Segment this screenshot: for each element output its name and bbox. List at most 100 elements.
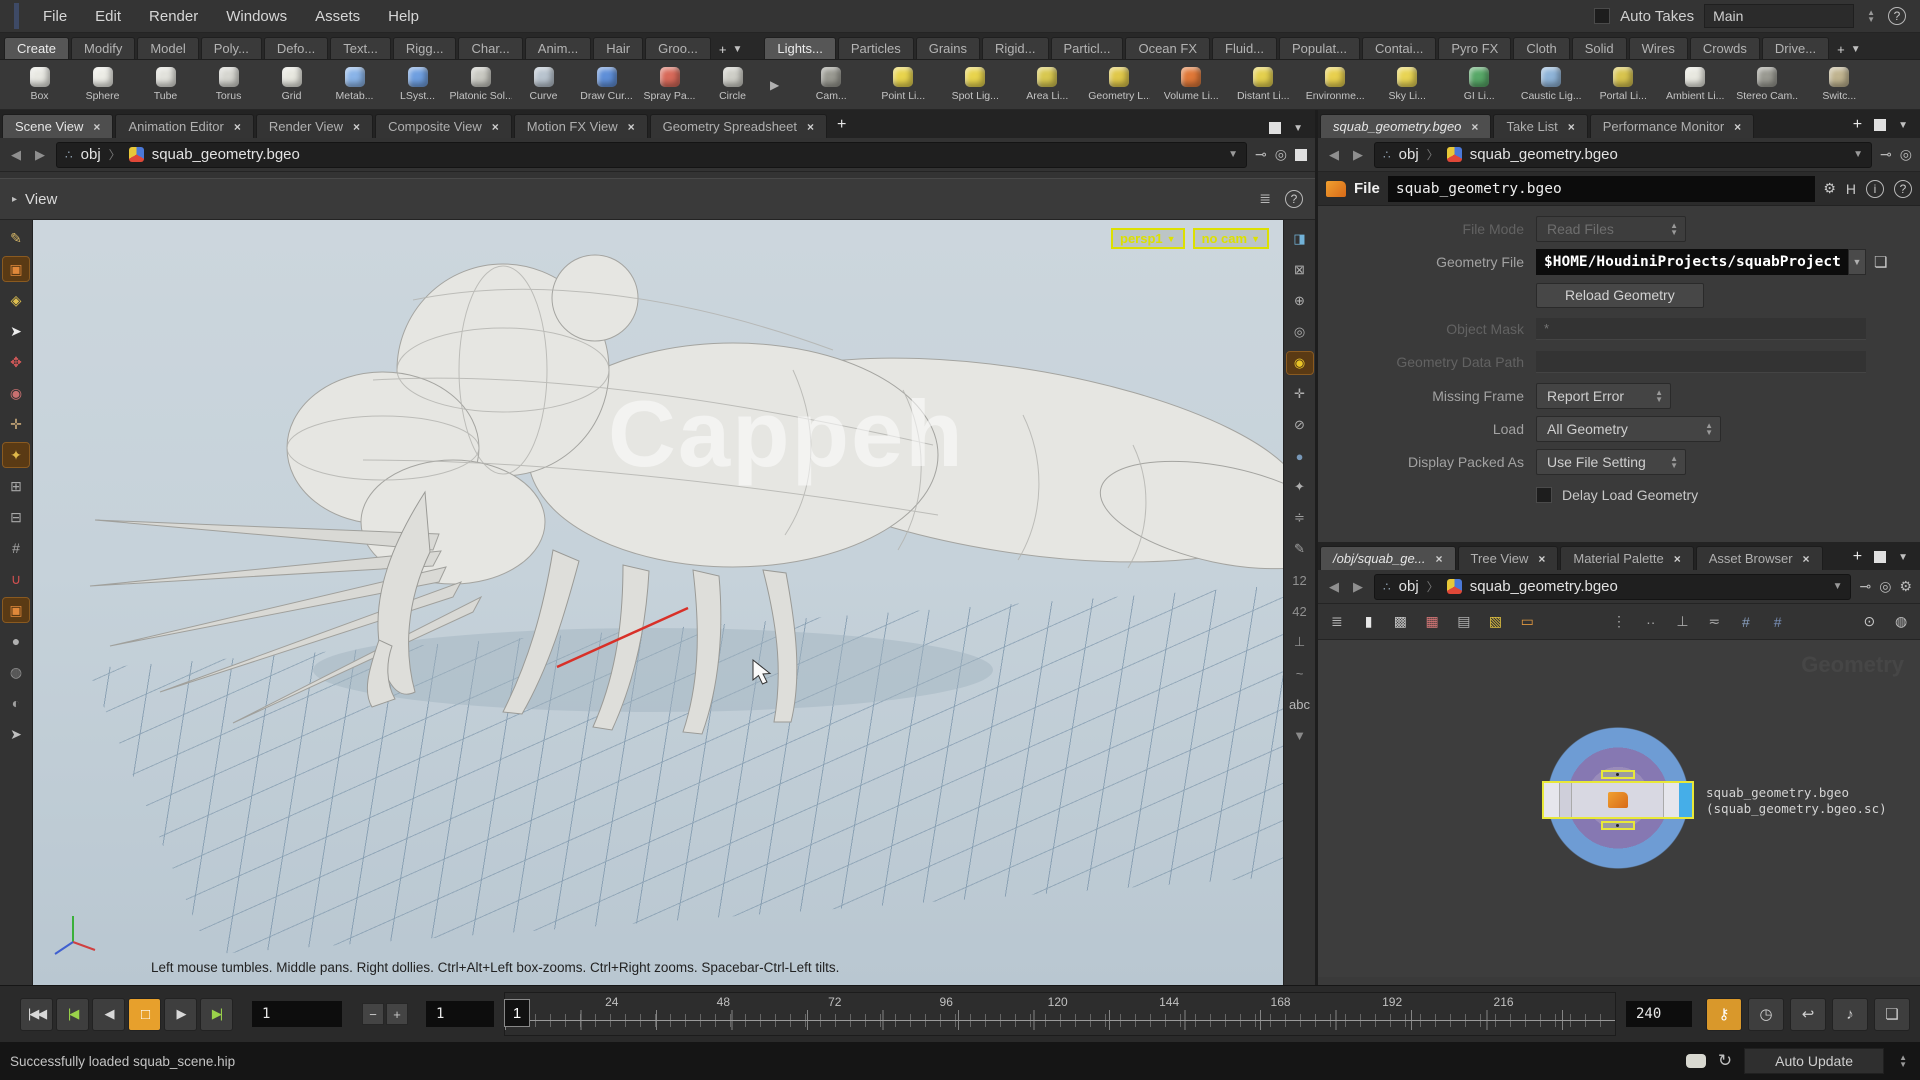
lock-camera-icon[interactable]: ⊠ bbox=[1287, 259, 1313, 281]
snap-tool-icon[interactable]: # bbox=[3, 536, 29, 560]
tool-metaball[interactable]: Metab... bbox=[323, 67, 386, 102]
node-flag-top[interactable] bbox=[1601, 770, 1635, 779]
collapse-icon[interactable]: ▸ bbox=[12, 194, 17, 205]
shelf-tab[interactable]: Model bbox=[137, 37, 198, 59]
tool-draw-curve[interactable]: Draw Cur... bbox=[575, 67, 638, 102]
shelf-tab[interactable]: Lights... bbox=[764, 37, 836, 59]
file-browser-icon[interactable]: ❏ bbox=[1874, 253, 1887, 271]
tool-switcher[interactable]: Switc... bbox=[1803, 67, 1875, 102]
radial-menu-icon[interactable]: ◎ bbox=[1879, 578, 1891, 595]
snap-nodes-icon[interactable]: ≂ bbox=[1705, 610, 1723, 634]
sphere-tool-icon[interactable]: ● bbox=[3, 629, 29, 653]
add-shelf-icon[interactable]: + bbox=[1837, 42, 1845, 57]
align-horizontal-icon[interactable]: ·· bbox=[1642, 610, 1660, 634]
pane-tab[interactable]: Composite View × bbox=[375, 114, 512, 138]
save-icon[interactable]: ▤ bbox=[1455, 610, 1473, 634]
visibility-tool-icon[interactable]: ◐ bbox=[3, 691, 29, 715]
select-components-icon[interactable]: ◉ bbox=[3, 381, 29, 405]
audio-button[interactable]: ♪ bbox=[1832, 998, 1868, 1031]
shelf-menu-icon[interactable]: ▼ bbox=[1851, 44, 1861, 55]
shelf-tab[interactable]: Crowds bbox=[1690, 37, 1760, 59]
tool-platonic[interactable]: Platonic Sol... bbox=[449, 67, 512, 102]
menu-item[interactable]: Edit bbox=[81, 0, 135, 32]
color-palette-icon[interactable]: ▦ bbox=[1423, 610, 1441, 634]
tool-gi-light[interactable]: GI Li... bbox=[1443, 67, 1515, 102]
zoom-region-icon[interactable]: ⊘ bbox=[1287, 414, 1313, 436]
tool-spray-paint[interactable]: Spray Pa... bbox=[638, 67, 701, 102]
refresh-icon[interactable]: ↻ bbox=[1718, 1051, 1732, 1071]
pencil-icon[interactable]: ✎ bbox=[1287, 538, 1313, 560]
view-help-icon[interactable]: ? bbox=[1285, 190, 1303, 208]
tool-distant-light[interactable]: Distant Li... bbox=[1227, 67, 1299, 102]
menu-item[interactable]: Help bbox=[374, 0, 433, 32]
view-pivot-icon[interactable]: ⊕ bbox=[1287, 290, 1313, 312]
new-tab-icon[interactable]: + bbox=[1853, 116, 1862, 134]
box-tool-icon[interactable]: ▣ bbox=[3, 257, 29, 281]
play-button[interactable]: ▶ bbox=[164, 998, 197, 1031]
tool-sphere[interactable]: Sphere bbox=[71, 67, 134, 102]
tool-geometry-light[interactable]: Geometry L... bbox=[1083, 67, 1155, 102]
tool-environment-light[interactable]: Environme... bbox=[1299, 67, 1371, 102]
pin-icon[interactable]: ⊸ bbox=[1255, 146, 1267, 163]
shelf-tab[interactable]: Pyro FX bbox=[1438, 37, 1511, 59]
geometry-file-dropdown-icon[interactable]: ▼ bbox=[1848, 249, 1866, 275]
shelf-tab[interactable]: Ocean FX bbox=[1125, 37, 1210, 59]
object-mask-field[interactable]: * bbox=[1536, 318, 1866, 340]
geometry-file-field[interactable]: $HOME/HoudiniProjects/squabProject bbox=[1536, 249, 1848, 275]
radial-menu-icon[interactable]: ◎ bbox=[1900, 146, 1912, 163]
close-tab-icon[interactable]: × bbox=[807, 120, 814, 134]
viewport-camera-menu[interactable]: persp1▼ bbox=[1111, 228, 1185, 249]
shelf-tab[interactable]: Fluid... bbox=[1212, 37, 1277, 59]
tool-stereo-camera[interactable]: Stereo Cam... bbox=[1731, 67, 1803, 102]
slider-icon[interactable]: ≑ bbox=[1287, 507, 1313, 529]
frame-increment-button[interactable]: + bbox=[386, 1003, 408, 1025]
gear-icon[interactable]: ⚙ bbox=[1899, 578, 1912, 595]
pane-tab[interactable]: Animation Editor × bbox=[115, 114, 253, 138]
forward-icon[interactable]: ▶ bbox=[32, 147, 48, 163]
pose-tool-icon[interactable]: ✦ bbox=[3, 443, 29, 467]
pin-icon[interactable]: ⊸ bbox=[1859, 578, 1871, 595]
gear-icon[interactable]: ⚙ bbox=[1823, 180, 1836, 197]
pane-tab[interactable]: Asset Browser × bbox=[1696, 546, 1823, 570]
frame-decrement-button[interactable]: − bbox=[362, 1003, 384, 1025]
help-icon[interactable]: ? bbox=[1888, 7, 1906, 25]
handles-tool-icon[interactable]: ⊞ bbox=[3, 474, 29, 498]
close-tab-icon[interactable]: × bbox=[1568, 120, 1575, 134]
shelf-tab[interactable]: Text... bbox=[330, 37, 391, 59]
display-packed-as-dropdown[interactable]: Use File Setting ▲▼ bbox=[1536, 449, 1686, 475]
brush-tool-icon[interactable]: ✎ bbox=[3, 226, 29, 250]
range-start-field[interactable]: 1 bbox=[426, 1001, 494, 1027]
maximize-pane-icon[interactable] bbox=[1874, 551, 1886, 563]
shelf-tab[interactable]: Create bbox=[4, 37, 69, 59]
load-dropdown[interactable]: All Geometry ▲▼ bbox=[1536, 416, 1721, 442]
take-selector[interactable]: Main bbox=[1704, 4, 1854, 28]
close-tab-icon[interactable]: × bbox=[1803, 552, 1810, 566]
close-tab-icon[interactable]: × bbox=[628, 120, 635, 134]
pane-tab[interactable]: Geometry Spreadsheet × bbox=[650, 114, 827, 138]
stop-button[interactable]: □ bbox=[128, 998, 161, 1031]
menu-item[interactable]: Windows bbox=[212, 0, 301, 32]
path-dropdown-icon[interactable]: ▼ bbox=[1853, 149, 1863, 160]
houdini-help-icon[interactable]: H bbox=[1846, 181, 1856, 197]
end-frame-field[interactable]: 240 bbox=[1626, 1001, 1692, 1027]
message-bubble-icon[interactable] bbox=[1686, 1054, 1706, 1068]
undo-button[interactable]: ↩ bbox=[1790, 998, 1826, 1031]
tool-area-light[interactable]: Area Li... bbox=[1011, 67, 1083, 102]
shelf-tab[interactable]: Defo... bbox=[264, 37, 328, 59]
network-editor[interactable]: Geometry squab_geometry.bgeo (squab_geom… bbox=[1318, 640, 1920, 977]
shelf-tab[interactable]: Rigg... bbox=[393, 37, 457, 59]
forward-icon[interactable]: ▶ bbox=[1350, 147, 1366, 163]
pane-menu-icon[interactable]: ▼ bbox=[1898, 552, 1908, 563]
flipbook-button[interactable]: ❏ bbox=[1874, 998, 1910, 1031]
align-vertical-icon[interactable]: ⋮ bbox=[1610, 610, 1628, 634]
pin-icon[interactable]: ⊸ bbox=[1880, 146, 1892, 163]
close-tab-icon[interactable]: × bbox=[353, 120, 360, 134]
shelf-menu-icon[interactable]: ▼ bbox=[732, 44, 742, 55]
close-tab-icon[interactable]: × bbox=[1674, 552, 1681, 566]
cursor-tool-icon[interactable]: ➤ bbox=[3, 722, 29, 746]
back-icon[interactable]: ◀ bbox=[1326, 147, 1342, 163]
forward-icon[interactable]: ▶ bbox=[1350, 579, 1366, 595]
info-icon[interactable]: i bbox=[1866, 180, 1884, 198]
file-mode-dropdown[interactable]: Read Files ▲▼ bbox=[1536, 216, 1686, 242]
pot-tool-icon[interactable]: ◍ bbox=[3, 660, 29, 684]
